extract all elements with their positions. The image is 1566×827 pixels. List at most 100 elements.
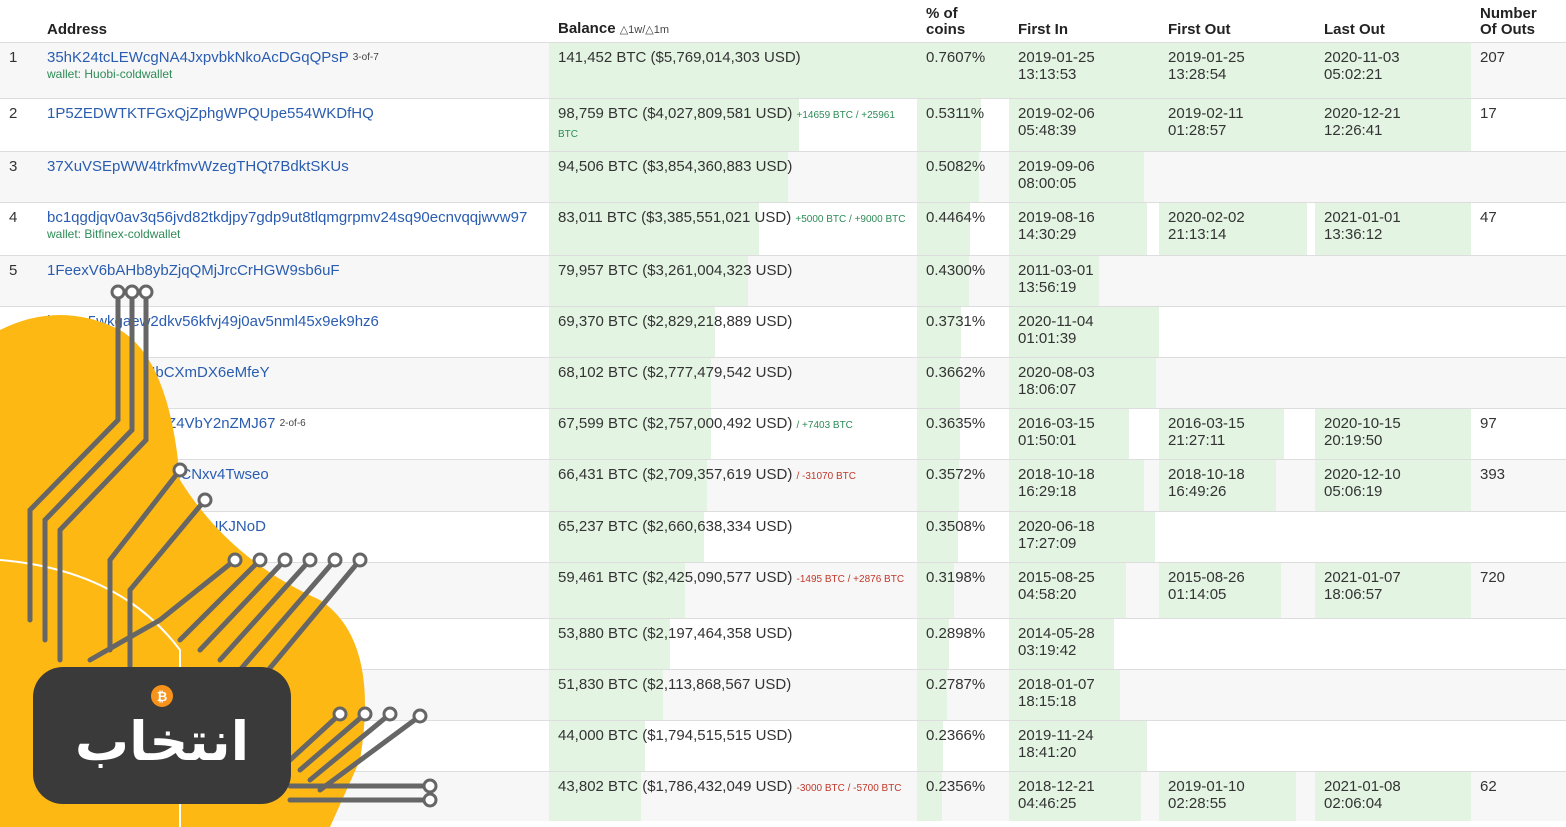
outs-cell <box>1471 618 1566 670</box>
percent-value: 0.5082% <box>926 158 986 175</box>
first-in-cell: 2016-03-15 01:50:01 <box>1009 408 1159 460</box>
first-out-value: 2020-02-02 21:13:14 <box>1168 209 1245 243</box>
percent-value: 0.3572% <box>926 466 986 483</box>
balance-delta-negative: -3000 BTC / -5700 BTC <box>796 783 902 794</box>
balance-header[interactable]: Balance △1w/△1m <box>549 0 917 43</box>
last-out-cell <box>1315 618 1471 670</box>
percent-value: 0.4464% <box>926 209 986 226</box>
outs-cell <box>1471 669 1566 721</box>
percent-cell: 0.3662% <box>917 357 1009 409</box>
first-out-header[interactable]: First Out <box>1159 0 1315 43</box>
percent-value: 0.2366% <box>926 727 986 744</box>
outs-cell <box>1471 511 1566 563</box>
first-out-value: 2015-08-26 01:14:05 <box>1168 569 1245 603</box>
percent-value: 0.3662% <box>926 364 986 381</box>
percent-value: 0.3198% <box>926 569 986 586</box>
outs-cell: 62 <box>1471 771 1566 821</box>
percent-cell: 0.4300% <box>917 255 1009 307</box>
percent-cell: 0.5311% <box>917 98 1009 152</box>
percent-cell: 0.3198% <box>917 562 1009 619</box>
first-out-cell: 2016-03-15 21:27:11 <box>1159 408 1315 460</box>
percent-cell: 0.2356% <box>917 771 1009 821</box>
outs-value: 207 <box>1480 49 1506 66</box>
balance-cell: 98,759 BTC ($4,027,809,581 USD) +14659 B… <box>549 98 917 152</box>
first-out-cell <box>1159 669 1315 721</box>
percent-header[interactable]: % of coins <box>917 0 1009 43</box>
first-out-cell <box>1159 720 1315 772</box>
first-in-cell: 2019-02-06 05:48:39 <box>1009 98 1159 152</box>
balance-value: 53,880 BTC ($2,197,464,358 USD) <box>558 625 793 642</box>
first-out-cell: 2019-01-10 02:28:55 <box>1159 771 1315 821</box>
first-out-cell: 2015-08-26 01:14:05 <box>1159 562 1315 619</box>
balance-value: 67,599 BTC ($2,757,000,492 USD) <box>558 415 793 432</box>
first-in-value: 2020-06-18 17:27:09 <box>1018 518 1095 552</box>
last-out-value: 2021-01-01 13:36:12 <box>1324 209 1401 243</box>
percent-cell: 0.3635% <box>917 408 1009 460</box>
balance-cell: 53,880 BTC ($2,197,464,358 USD) <box>549 618 917 670</box>
first-out-value: 2019-01-25 13:28:54 <box>1168 49 1245 83</box>
percent-value: 0.7607% <box>926 49 986 66</box>
balance-value: 44,000 BTC ($1,794,515,515 USD) <box>558 727 793 744</box>
last-out-cell: 2020-12-21 12:26:41 <box>1315 98 1471 152</box>
percent-value: 0.2787% <box>926 676 986 693</box>
logo-text: انتخاب <box>75 710 249 773</box>
balance-cell: 51,830 BTC ($2,113,868,567 USD) <box>549 669 917 721</box>
first-in-value: 2018-10-18 16:29:18 <box>1018 466 1095 500</box>
outs-header[interactable]: Number Of Outs <box>1471 0 1566 43</box>
balance-value: 68,102 BTC ($2,777,479,542 USD) <box>558 364 793 381</box>
percent-cell: 0.2366% <box>917 720 1009 772</box>
balance-delta-negative: -1495 BTC / +2876 BTC <box>796 574 905 585</box>
last-out-value: 2021-01-08 02:06:04 <box>1324 778 1401 812</box>
outs-cell: 207 <box>1471 42 1566 99</box>
last-out-cell: 2020-12-10 05:06:19 <box>1315 459 1471 512</box>
last-out-cell: 2020-11-03 05:02:21 <box>1315 42 1471 99</box>
outs-value: 62 <box>1480 778 1497 795</box>
first-out-cell <box>1159 357 1315 409</box>
first-out-cell <box>1159 151 1315 203</box>
percent-value: 0.5311% <box>926 105 985 122</box>
first-in-cell: 2018-01-07 18:15:18 <box>1009 669 1159 721</box>
balance-delta-negative: / -31070 BTC <box>796 471 856 482</box>
outs-value: 720 <box>1480 569 1506 586</box>
percent-value: 0.2356% <box>926 778 986 795</box>
outs-cell <box>1471 720 1566 772</box>
balance-header-label: Balance <box>558 20 616 37</box>
first-in-value: 2019-11-24 18:41:20 <box>1018 727 1094 761</box>
first-out-value: 2016-03-15 21:27:11 <box>1168 415 1245 449</box>
last-out-cell <box>1315 306 1471 358</box>
balance-cell: 94,506 BTC ($3,854,360,883 USD) <box>549 151 917 203</box>
first-in-cell: 2018-10-18 16:29:18 <box>1009 459 1159 512</box>
outs-value: 97 <box>1480 415 1497 432</box>
first-in-cell: 2020-11-04 01:01:39 <box>1009 306 1159 358</box>
balance-value: 59,461 BTC ($2,425,090,577 USD) <box>558 569 793 586</box>
first-out-cell <box>1159 255 1315 307</box>
percent-cell: 0.3572% <box>917 459 1009 512</box>
outs-value: 393 <box>1480 466 1506 483</box>
first-in-value: 2019-01-25 13:13:53 <box>1018 49 1095 83</box>
outs-value: 47 <box>1480 209 1497 226</box>
first-in-value: 2020-08-03 18:06:07 <box>1018 364 1095 398</box>
first-in-value: 2018-01-07 18:15:18 <box>1018 676 1095 710</box>
first-in-cell: 2011-03-01 13:56:19 <box>1009 255 1159 307</box>
balance-value: 43,802 BTC ($1,786,432,049 USD) <box>558 778 793 795</box>
first-in-cell: 2019-01-25 13:13:53 <box>1009 42 1159 99</box>
first-in-header[interactable]: First In <box>1009 0 1159 43</box>
percent-cell: 0.2787% <box>917 669 1009 721</box>
first-out-value: 2018-10-18 16:49:26 <box>1168 466 1245 500</box>
first-in-cell: 2020-06-18 17:27:09 <box>1009 511 1159 563</box>
logo-badge: ₿ انتخاب <box>33 667 291 804</box>
first-out-value: 2019-02-11 01:28:57 <box>1168 105 1244 139</box>
last-out-cell <box>1315 511 1471 563</box>
first-out-cell: 2020-02-02 21:13:14 <box>1159 202 1315 256</box>
first-in-cell: 2019-11-24 18:41:20 <box>1009 720 1159 772</box>
last-out-header[interactable]: Last Out <box>1315 0 1471 43</box>
outs-cell <box>1471 255 1566 307</box>
first-in-value: 2016-03-15 01:50:01 <box>1018 415 1095 449</box>
first-out-cell: 2019-01-25 13:28:54 <box>1159 42 1315 99</box>
outs-cell <box>1471 151 1566 203</box>
first-out-value: 2019-01-10 02:28:55 <box>1168 778 1245 812</box>
first-in-cell: 2018-12-21 04:46:25 <box>1009 771 1159 821</box>
first-in-value: 2011-03-01 13:56:19 <box>1018 262 1094 296</box>
balance-value: 94,506 BTC ($3,854,360,883 USD) <box>558 158 793 175</box>
balance-delta-header: △1w/△1m <box>619 24 670 36</box>
